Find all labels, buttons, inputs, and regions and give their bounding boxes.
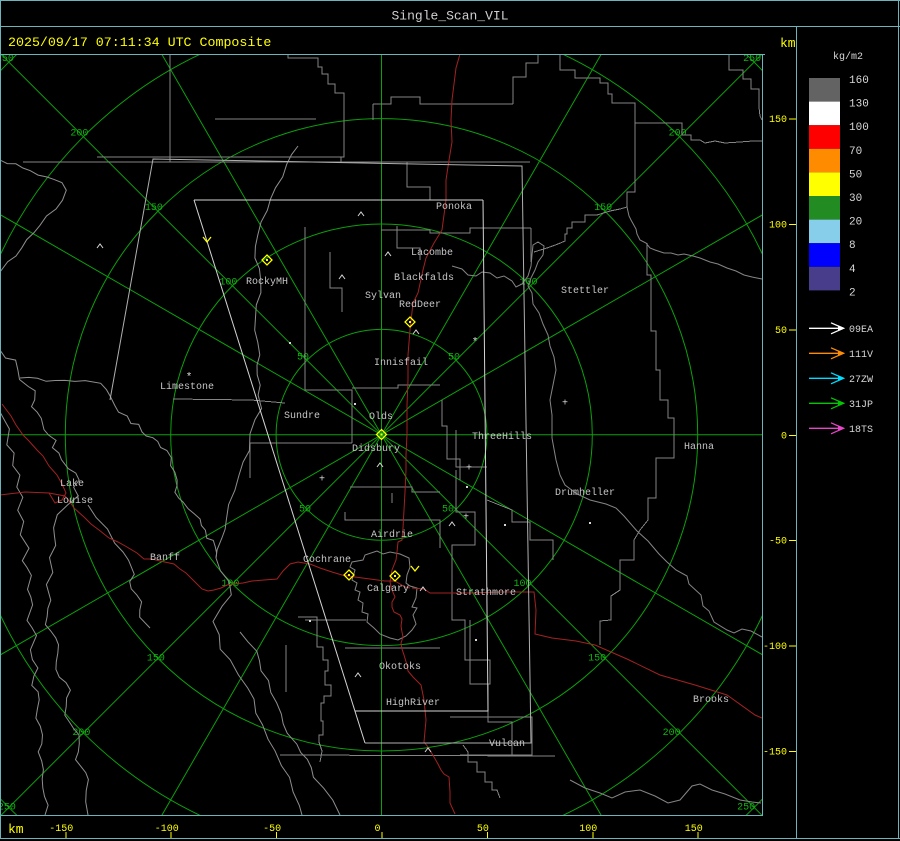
svg-text:50: 50 bbox=[849, 169, 862, 181]
svg-text:30: 30 bbox=[849, 193, 862, 205]
svg-text:Airdrie: Airdrie bbox=[371, 529, 413, 541]
svg-text:Single_Scan_VIL: Single_Scan_VIL bbox=[391, 9, 508, 24]
svg-text:100: 100 bbox=[849, 122, 869, 134]
svg-text:150: 150 bbox=[594, 203, 612, 214]
svg-text:50: 50 bbox=[299, 504, 311, 515]
svg-text:km: km bbox=[780, 36, 796, 51]
svg-text:RedDeer: RedDeer bbox=[399, 299, 441, 311]
svg-text:-50: -50 bbox=[263, 824, 281, 835]
svg-text:20: 20 bbox=[849, 217, 862, 229]
svg-text:50: 50 bbox=[448, 352, 460, 363]
svg-text:0: 0 bbox=[374, 824, 380, 835]
svg-text:+: + bbox=[463, 513, 469, 524]
svg-text:111V: 111V bbox=[849, 350, 873, 361]
svg-text:Ponoka: Ponoka bbox=[436, 201, 472, 213]
svg-text:Didsbury: Didsbury bbox=[352, 443, 400, 455]
svg-text:kg/m2: kg/m2 bbox=[833, 51, 863, 63]
svg-text:Lake: Lake bbox=[60, 478, 84, 490]
svg-text:Sylvan: Sylvan bbox=[365, 290, 401, 302]
svg-text:Hanna: Hanna bbox=[684, 442, 714, 453]
svg-text:2: 2 bbox=[849, 287, 856, 299]
svg-text:-150: -150 bbox=[49, 824, 73, 835]
svg-text:200: 200 bbox=[70, 129, 88, 140]
svg-text:ThreeHills: ThreeHills bbox=[472, 431, 532, 443]
svg-text:2025/09/17 07:11:34 UTC Compos: 2025/09/17 07:11:34 UTC Composite bbox=[8, 35, 271, 50]
svg-text:50: 50 bbox=[442, 504, 454, 515]
svg-text:Calgary: Calgary bbox=[367, 583, 409, 595]
svg-text:100: 100 bbox=[769, 221, 787, 232]
svg-text:150: 150 bbox=[145, 203, 163, 214]
svg-text:250: 250 bbox=[0, 802, 16, 813]
svg-text:+: + bbox=[562, 399, 568, 410]
svg-text:km: km bbox=[8, 822, 24, 837]
svg-text:50: 50 bbox=[775, 326, 787, 337]
svg-text:*: * bbox=[472, 337, 479, 349]
svg-text:Stettler: Stettler bbox=[561, 285, 609, 297]
svg-text:250: 250 bbox=[737, 802, 755, 813]
svg-text:27ZW: 27ZW bbox=[849, 375, 873, 386]
svg-text:-100: -100 bbox=[155, 824, 179, 835]
svg-text:160: 160 bbox=[849, 75, 869, 87]
svg-text:150: 150 bbox=[769, 115, 787, 126]
svg-text:250: 250 bbox=[743, 54, 761, 65]
svg-text:Cochrane: Cochrane bbox=[303, 554, 351, 566]
svg-text:8: 8 bbox=[849, 240, 856, 252]
svg-text:Sundre: Sundre bbox=[284, 410, 320, 422]
svg-text:Okotoks: Okotoks bbox=[379, 661, 421, 673]
svg-text:50: 50 bbox=[297, 352, 309, 363]
svg-text:200: 200 bbox=[72, 728, 90, 739]
svg-text:150: 150 bbox=[147, 653, 165, 664]
svg-text:130: 130 bbox=[849, 99, 869, 111]
svg-text:250: 250 bbox=[0, 54, 14, 65]
svg-text:0: 0 bbox=[781, 431, 787, 442]
svg-text:100: 100 bbox=[579, 824, 597, 835]
svg-text:70: 70 bbox=[849, 146, 862, 158]
svg-text:Lacombe: Lacombe bbox=[411, 247, 453, 259]
svg-text:18TS: 18TS bbox=[849, 425, 873, 436]
svg-text:31JP: 31JP bbox=[849, 400, 873, 411]
svg-text:Olds: Olds bbox=[369, 411, 393, 423]
svg-text:Louise: Louise bbox=[57, 495, 93, 507]
svg-text:RockyMH: RockyMH bbox=[246, 276, 288, 288]
svg-text:200: 200 bbox=[669, 129, 687, 140]
svg-text:09EA: 09EA bbox=[849, 325, 873, 336]
svg-text:Drumheller: Drumheller bbox=[555, 487, 615, 499]
svg-text:-50: -50 bbox=[769, 537, 787, 548]
svg-text:Innisfail: Innisfail bbox=[374, 357, 428, 369]
svg-text:-100: -100 bbox=[763, 642, 787, 653]
svg-text:Strathmore: Strathmore bbox=[456, 587, 516, 599]
svg-text:200: 200 bbox=[663, 728, 681, 739]
svg-text:Brooks: Brooks bbox=[693, 694, 729, 706]
svg-text:100: 100 bbox=[219, 278, 237, 289]
svg-text:4: 4 bbox=[849, 264, 856, 276]
svg-text:+: + bbox=[466, 464, 472, 475]
svg-text:Blackfalds: Blackfalds bbox=[394, 272, 454, 284]
svg-text:150: 150 bbox=[588, 653, 606, 664]
svg-text:150: 150 bbox=[685, 824, 703, 835]
svg-text:-150: -150 bbox=[763, 748, 787, 759]
svg-text:*: * bbox=[186, 372, 193, 384]
svg-text:HighRiver: HighRiver bbox=[386, 697, 440, 709]
svg-text:Banff: Banff bbox=[150, 552, 180, 564]
svg-text:Vulcan: Vulcan bbox=[489, 738, 525, 750]
svg-text:+: + bbox=[319, 475, 325, 486]
